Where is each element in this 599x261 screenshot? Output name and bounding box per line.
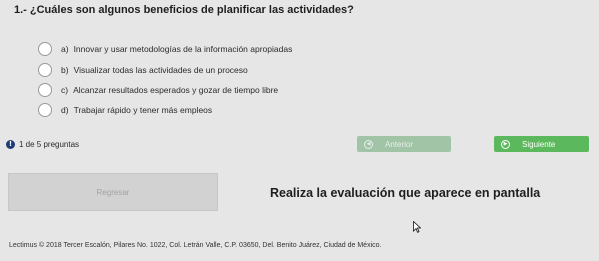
- evaluation-prompt: Realiza la evaluación que aparece en pan…: [270, 186, 541, 200]
- radio-button[interactable]: [38, 103, 52, 117]
- previous-label: Anterior: [385, 139, 414, 149]
- option-d[interactable]: d) Trabajar rápido y tener más empleos: [38, 103, 212, 117]
- option-text: Visualizar todas las actividades de un p…: [73, 65, 248, 75]
- option-text: Alcanzar resultados esperados y gozar de…: [73, 85, 279, 95]
- option-a[interactable]: a) Innovar y usar metodologías de la inf…: [38, 42, 292, 56]
- progress-text: 1 de 5 preguntas: [19, 139, 80, 149]
- radio-button[interactable]: [38, 63, 52, 77]
- next-label: Siguiente: [522, 139, 556, 149]
- option-letter: b): [61, 65, 69, 75]
- question-title: 1.- ¿Cuáles son algunos beneficios de pl…: [14, 4, 354, 16]
- mouse-pointer-icon: [413, 221, 421, 233]
- back-button[interactable]: Regresar: [8, 173, 218, 211]
- previous-button[interactable]: ◀ Anterior: [357, 136, 451, 152]
- option-letter: c): [61, 85, 69, 95]
- question-progress: ! 1 de 5 preguntas: [6, 138, 79, 150]
- circle-arrow-right-icon: ▶: [501, 139, 510, 149]
- option-text: Trabajar rápido y tener más empleos: [73, 105, 213, 115]
- option-letter: d): [61, 105, 69, 115]
- option-letter: a): [61, 44, 69, 54]
- info-icon: !: [6, 139, 15, 149]
- footer: Lectimus © 2018 Tercer Escalón, Pilares …: [9, 242, 382, 249]
- next-button[interactable]: ▶ Siguiente: [494, 136, 589, 152]
- circle-arrow-left-icon: ◀: [364, 139, 373, 149]
- option-c[interactable]: c) Alcanzar resultados esperados y gozar…: [38, 83, 278, 97]
- back-label: Regresar: [96, 187, 130, 197]
- option-text: Innovar y usar metodologías de la inform…: [73, 44, 293, 54]
- option-b[interactable]: b) Visualizar todas las actividades de u…: [38, 63, 248, 77]
- radio-button[interactable]: [38, 42, 52, 56]
- radio-button[interactable]: [38, 83, 52, 97]
